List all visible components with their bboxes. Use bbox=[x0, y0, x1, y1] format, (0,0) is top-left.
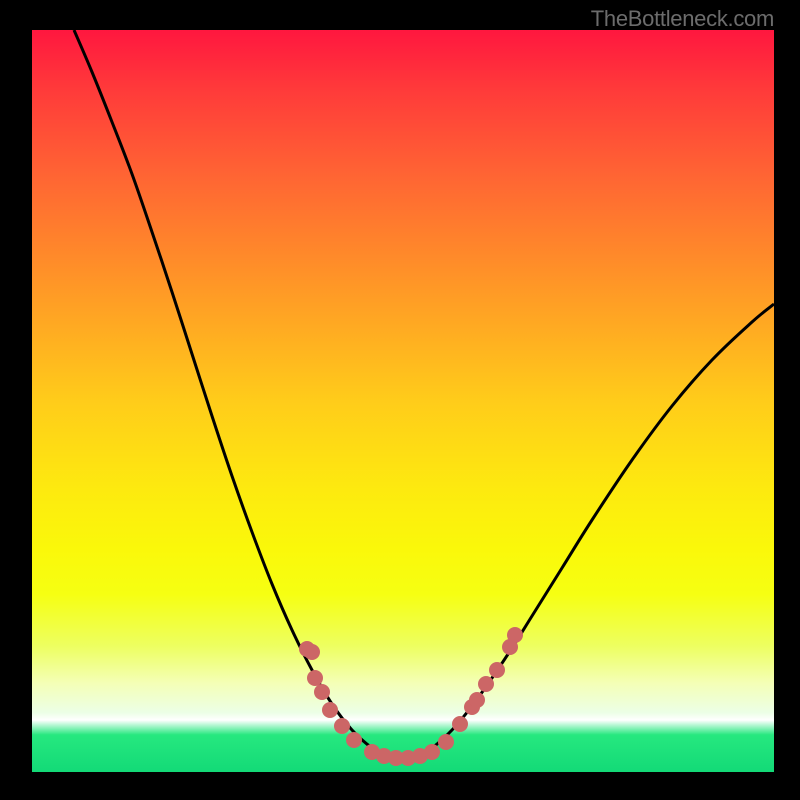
data-marker bbox=[469, 692, 485, 708]
data-marker bbox=[314, 684, 330, 700]
data-marker bbox=[478, 676, 494, 692]
chart-svg bbox=[32, 30, 774, 772]
watermark-text: TheBottleneck.com bbox=[591, 6, 774, 32]
data-marker bbox=[334, 718, 350, 734]
data-marker bbox=[507, 627, 523, 643]
data-marker bbox=[322, 702, 338, 718]
chart-container: TheBottleneck.com bbox=[0, 0, 800, 800]
data-marker bbox=[489, 662, 505, 678]
data-marker bbox=[304, 644, 320, 660]
plot-area bbox=[32, 30, 774, 772]
bottleneck-curve bbox=[74, 30, 774, 758]
data-marker bbox=[346, 732, 362, 748]
data-marker bbox=[307, 670, 323, 686]
data-marker bbox=[424, 744, 440, 760]
data-marker bbox=[452, 716, 468, 732]
data-markers bbox=[299, 627, 523, 766]
data-marker bbox=[438, 734, 454, 750]
